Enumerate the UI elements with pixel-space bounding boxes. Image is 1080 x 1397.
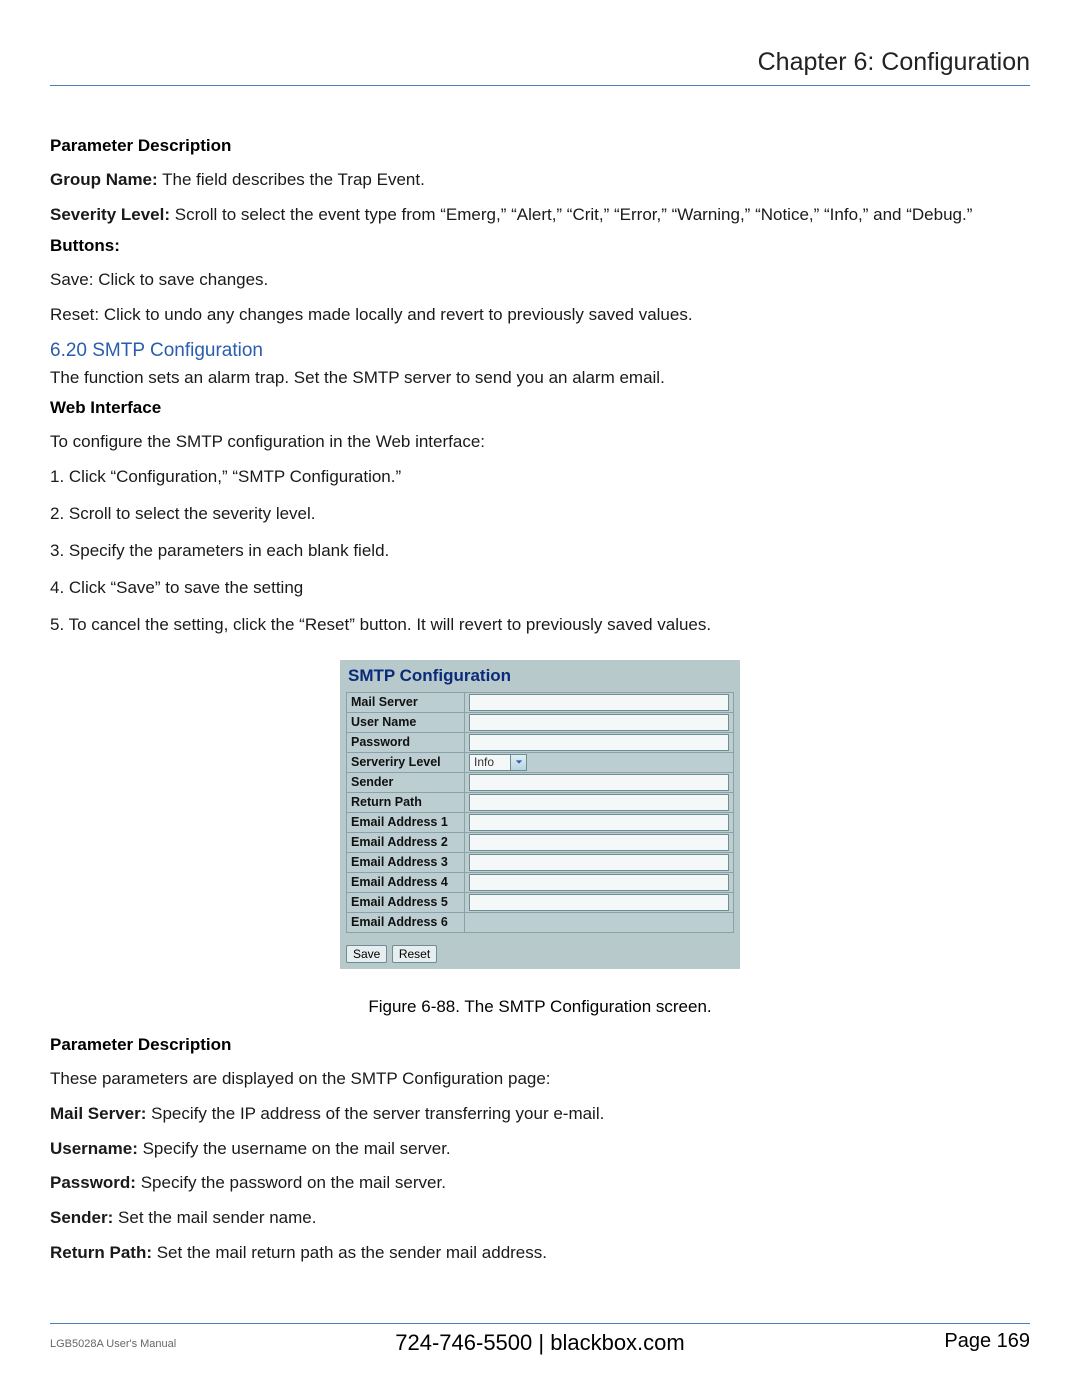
row-label-email-3: Email Address 3: [347, 852, 465, 872]
chevron-down-icon: [510, 755, 526, 770]
reset-button[interactable]: Reset: [392, 945, 437, 963]
severity-line: Severity Level: Scroll to select the eve…: [50, 201, 1030, 230]
row-label-user-name: User Name: [347, 712, 465, 732]
row-label-password: Password: [347, 732, 465, 752]
row-label-email-5: Email Address 5: [347, 892, 465, 912]
page-footer: LGB5028A User's Manual 724-746-5500 | bl…: [50, 1323, 1030, 1353]
step-4: 4. Click “Save” to save the setting: [50, 574, 1030, 603]
param-text: Set the mail return path as the sender m…: [152, 1243, 547, 1262]
email-2-input[interactable]: [469, 834, 729, 851]
email-1-input[interactable]: [469, 814, 729, 831]
table-row: Email Address 4: [347, 872, 734, 892]
row-label-severity: Serveriry Level: [347, 752, 465, 772]
save-button[interactable]: Save: [346, 945, 387, 963]
reset-desc: Reset: Click to undo any changes made lo…: [50, 301, 1030, 330]
manual-name: LGB5028A User's Manual: [50, 1338, 176, 1350]
smtp-intro: The function sets an alarm trap. Set the…: [50, 364, 1030, 393]
severity-select-value: Info: [474, 755, 494, 769]
email-3-input[interactable]: [469, 854, 729, 871]
user-name-input[interactable]: [469, 714, 729, 731]
footer-sep: |: [532, 1330, 550, 1355]
severity-label: Severity Level:: [50, 205, 170, 224]
severity-text: Scroll to select the event type from “Em…: [170, 205, 972, 224]
param-desc-heading-1: Parameter Description: [50, 136, 1030, 156]
row-label-email-4: Email Address 4: [347, 872, 465, 892]
row-label-email-6: Email Address 6: [347, 912, 465, 932]
step-2: 2. Scroll to select the severity level.: [50, 500, 1030, 529]
web-interface-heading: Web Interface: [50, 398, 1030, 418]
row-label-return-path: Return Path: [347, 792, 465, 812]
web-interface-intro: To configure the SMTP configuration in t…: [50, 428, 1030, 457]
group-name-text: The field describes the Trap Event.: [158, 170, 425, 189]
param-text: Specify the password on the mail server.: [136, 1173, 446, 1192]
param-text: Specify the username on the mail server.: [138, 1139, 451, 1158]
param-label: Password:: [50, 1173, 136, 1192]
figure-caption: Figure 6-88. The SMTP Configuration scre…: [50, 997, 1030, 1017]
chapter-title: Chapter 6: Configuration: [50, 48, 1030, 86]
page-number: Page 169: [944, 1330, 1030, 1353]
table-row: Password: [347, 732, 734, 752]
param-text: Set the mail sender name.: [113, 1208, 316, 1227]
param-password: Password: Specify the password on the ma…: [50, 1169, 1030, 1198]
table-row: Email Address 1: [347, 812, 734, 832]
param-label: Sender:: [50, 1208, 113, 1227]
step-1: 1. Click “Configuration,” “SMTP Configur…: [50, 463, 1030, 492]
table-row: Mail Server: [347, 692, 734, 712]
table-row: Email Address 6: [347, 912, 734, 932]
row-label-email-1: Email Address 1: [347, 812, 465, 832]
row-label-mail-server: Mail Server: [347, 692, 465, 712]
table-row: Serveriry Level Info: [347, 752, 734, 772]
param-mail-server: Mail Server: Specify the IP address of t…: [50, 1100, 1030, 1129]
mail-server-input[interactable]: [469, 694, 729, 711]
param-desc-intro: These parameters are displayed on the SM…: [50, 1065, 1030, 1094]
param-return-path: Return Path: Set the mail return path as…: [50, 1239, 1030, 1268]
group-name-label: Group Name:: [50, 170, 158, 189]
smtp-section-heading: 6.20 SMTP Configuration: [50, 340, 1030, 362]
footer-site: blackbox.com: [550, 1330, 685, 1355]
sender-input[interactable]: [469, 774, 729, 791]
table-row: User Name: [347, 712, 734, 732]
param-label: Username:: [50, 1139, 138, 1158]
table-row: Email Address 5: [347, 892, 734, 912]
table-row: Email Address 2: [347, 832, 734, 852]
email-4-input[interactable]: [469, 874, 729, 891]
table-row: Sender: [347, 772, 734, 792]
step-5: 5. To cancel the setting, click the “Res…: [50, 611, 1030, 640]
password-input[interactable]: [469, 734, 729, 751]
group-name-line: Group Name: The field describes the Trap…: [50, 166, 1030, 195]
footer-phone: 724-746-5500: [395, 1330, 532, 1355]
return-path-input[interactable]: [469, 794, 729, 811]
table-row: Return Path: [347, 792, 734, 812]
buttons-heading: Buttons:: [50, 236, 1030, 256]
step-3: 3. Specify the parameters in each blank …: [50, 537, 1030, 566]
table-row: Email Address 3: [347, 852, 734, 872]
email-5-input[interactable]: [469, 894, 729, 911]
row-label-email-2: Email Address 2: [347, 832, 465, 852]
save-desc: Save: Click to save changes.: [50, 266, 1030, 295]
param-label: Return Path:: [50, 1243, 152, 1262]
param-desc-heading-2: Parameter Description: [50, 1035, 1030, 1055]
row-label-sender: Sender: [347, 772, 465, 792]
param-username: Username: Specify the username on the ma…: [50, 1135, 1030, 1164]
smtp-config-table: Mail Server User Name Password Serveriry…: [346, 692, 734, 933]
smtp-config-panel: SMTP Configuration Mail Server User Name…: [340, 660, 740, 969]
footer-center: 724-746-5500 | blackbox.com: [395, 1330, 684, 1356]
param-sender: Sender: Set the mail sender name.: [50, 1204, 1030, 1233]
smtp-panel-title: SMTP Configuration: [346, 666, 734, 686]
param-text: Specify the IP address of the server tra…: [146, 1104, 604, 1123]
param-label: Mail Server:: [50, 1104, 146, 1123]
severity-select[interactable]: Info: [469, 754, 527, 771]
